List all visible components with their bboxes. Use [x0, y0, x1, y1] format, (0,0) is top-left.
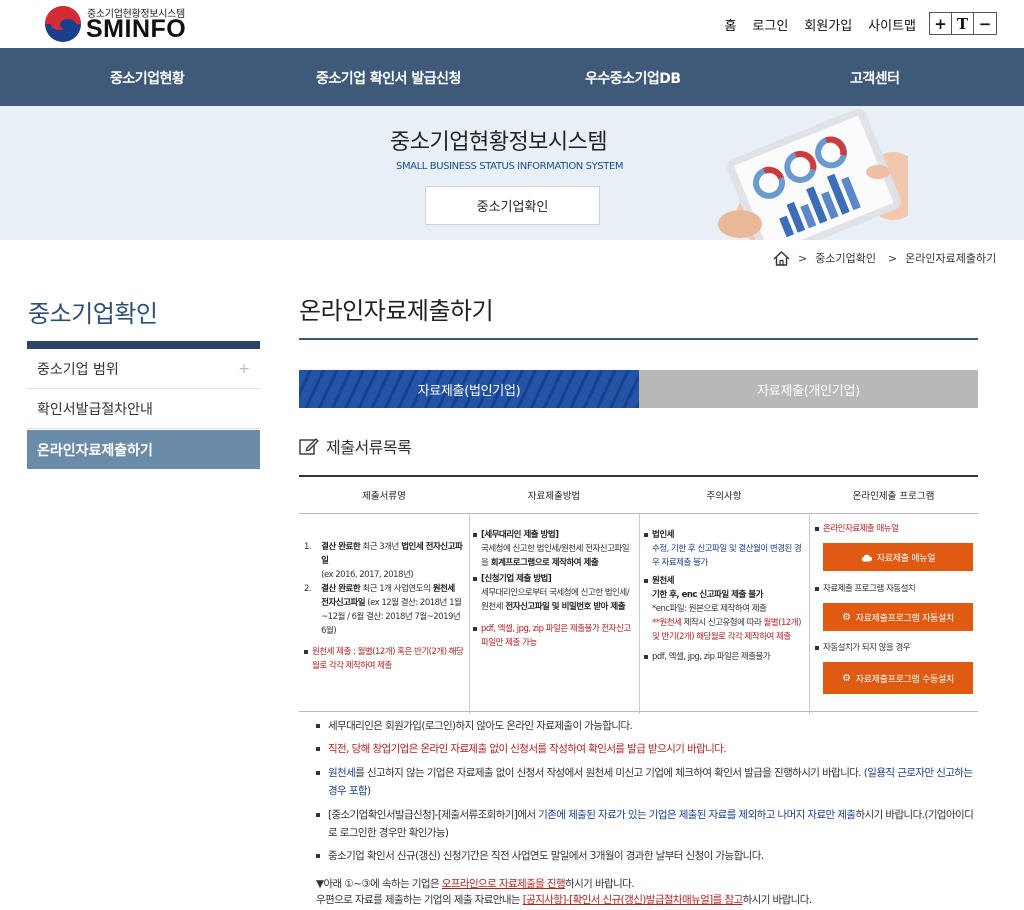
- sidebar-item-sme-range[interactable]: 중소기업 범위 +: [27, 349, 260, 389]
- sme-check-button[interactable]: 중소기업확인: [425, 186, 600, 225]
- hero-banner: 중소기업현황정보시스템 SMALL BUSINESS STATUS INFORM…: [0, 106, 1024, 240]
- note-item: [중소기업확인서발급신청]-[제출서류조회하기]에서 기존에 제출된 자료가 있…: [316, 806, 976, 842]
- page-title: 온라인자료제출하기: [299, 297, 494, 325]
- note-item: 원천세를 신고하지 않는 기업은 자료제출 없이 신청서 작성에서 원천세 미신…: [316, 764, 976, 800]
- sidebar-item-label: 온라인자료제출하기: [37, 442, 153, 459]
- utility-nav: 홈 로그인 회원가입 사이트맵: [724, 15, 916, 34]
- font-decrease-button[interactable]: −: [974, 13, 996, 34]
- table-column-divider: [469, 514, 470, 714]
- cloud-icon: [861, 554, 872, 561]
- table-column-divider: [639, 514, 640, 714]
- sidebar-title: 중소기업확인: [28, 300, 158, 328]
- manual-install-label: 자동설치가 되지 않을 경우: [815, 641, 975, 655]
- login-link[interactable]: 로그인: [752, 15, 788, 34]
- sidebar-divider: [27, 341, 260, 349]
- table-cell-methods: [세무대리인 제출 방법] 국세청에 신고한 법인세/원천세 전자신고파일을 회계…: [473, 528, 636, 650]
- edit-icon: [299, 438, 319, 455]
- table-header: 온라인제출 프로그램: [809, 477, 978, 513]
- government-emblem-logo[interactable]: [45, 6, 81, 42]
- auto-install-button[interactable]: ⚙ 자료제출프로그램 자동설치: [823, 603, 973, 631]
- nav-sme-status[interactable]: 중소기업현황: [110, 68, 185, 88]
- mail-notice: 우편으로 자료를 제출하는 기업의 제출 자료안내는 [공지사항]-[확인서 신…: [316, 894, 812, 906]
- expand-plus-icon[interactable]: +: [238, 361, 250, 377]
- sidebar-item-online-submit[interactable]: 온라인자료제출하기: [27, 430, 260, 469]
- font-size-controls: + T −: [929, 12, 997, 35]
- breadcrumb-chevron-icon: >: [798, 251, 808, 265]
- banner-title: 중소기업현황정보시스템: [390, 130, 608, 155]
- gear-icon: ⚙: [842, 611, 851, 623]
- breadcrumb: > 중소기업확인 > 온라인자료제출하기: [773, 250, 996, 266]
- table-header: 제출서류명: [299, 477, 469, 513]
- sidebar-item-label: 확인서발급절차안내: [37, 401, 153, 418]
- font-increase-button[interactable]: +: [930, 13, 952, 34]
- section-heading: 제출서류목록: [299, 434, 412, 458]
- note-item: 세무대리인은 회원가입(로그인)하지 않아도 온라인 자료제출이 가능합니다.: [316, 717, 976, 735]
- tablet-chart-illustration: [718, 108, 908, 240]
- home-link[interactable]: 홈: [724, 15, 736, 34]
- signup-link[interactable]: 회원가입: [804, 15, 852, 34]
- font-reset-button[interactable]: T: [952, 13, 974, 34]
- breadcrumb-item[interactable]: 중소기업확인: [815, 250, 876, 266]
- table-header: 자료제출방법: [469, 477, 639, 513]
- notice-manual-link[interactable]: [공지사항]-[확인서 신규(갱신)발급절차매뉴얼]를 참고: [523, 894, 744, 906]
- tab-individual-submit[interactable]: 자료제출(개인기업): [639, 370, 978, 408]
- note-item: 중소기업 확인서 신규(갱신) 신청기간은 직전 사업연도 말일에서 3개월이 …: [316, 847, 976, 865]
- auto-install-label: 자료제출 프로그램 자동설치: [815, 582, 975, 596]
- manual-download-button[interactable]: 자료제출 매뉴얼: [823, 543, 973, 571]
- logo-title[interactable]: SMINFO: [86, 15, 186, 44]
- sitemap-link[interactable]: 사이트맵: [868, 15, 916, 34]
- manual-label: 온라인자료제출 매뉴얼: [815, 522, 975, 536]
- note-item: 직전, 당해 창업기업은 온라인 자료제출 없이 신청서를 작성하여 확인서를 …: [316, 740, 976, 758]
- nav-certificate-apply[interactable]: 중소기업 확인서 발급신청: [316, 68, 461, 88]
- nav-customer-center[interactable]: 고객센터: [850, 68, 900, 88]
- gear-icon: ⚙: [842, 672, 851, 684]
- breadcrumb-current: 온라인자료제출하기: [905, 252, 997, 265]
- top-header: 중소기업현황정보시스템 SMINFO 홈 로그인 회원가입 사이트맵 + T −: [0, 0, 1024, 48]
- table-column-divider: [809, 514, 810, 714]
- tab-corporate-submit[interactable]: 자료제출(법인기업): [299, 370, 639, 408]
- nav-excellent-sme-db[interactable]: 우수중소기업DB: [585, 68, 681, 88]
- sidebar-item-label: 중소기업 범위: [37, 361, 119, 378]
- banner-subtitle: SMALL BUSINESS STATUS INFORMATION SYSTEM: [396, 161, 624, 172]
- table-cell-documents: 1. 결산 완료한 최근 3개년 법인세 전자신고파일 (ex 2016, 201…: [304, 542, 464, 671]
- main-navigation: 중소기업현황 중소기업 확인서 발급신청 우수중소기업DB 고객센터: [0, 48, 1024, 106]
- title-divider: [299, 338, 978, 340]
- table-header: 주의사항: [639, 477, 809, 513]
- sidebar-item-issue-guide[interactable]: 확인서발급절차안내: [27, 389, 260, 429]
- manual-install-button[interactable]: ⚙ 자료제출프로그램 수동설치: [823, 662, 973, 694]
- section-title: 제출서류목록: [326, 438, 412, 457]
- breadcrumb-chevron-icon: >: [887, 251, 898, 265]
- table-cell-cautions: 법인세 수정, 기한 후 신고파일 및 결산월이 변경된 경우 자료제출 불가 원…: [644, 528, 804, 664]
- home-icon[interactable]: [773, 250, 790, 266]
